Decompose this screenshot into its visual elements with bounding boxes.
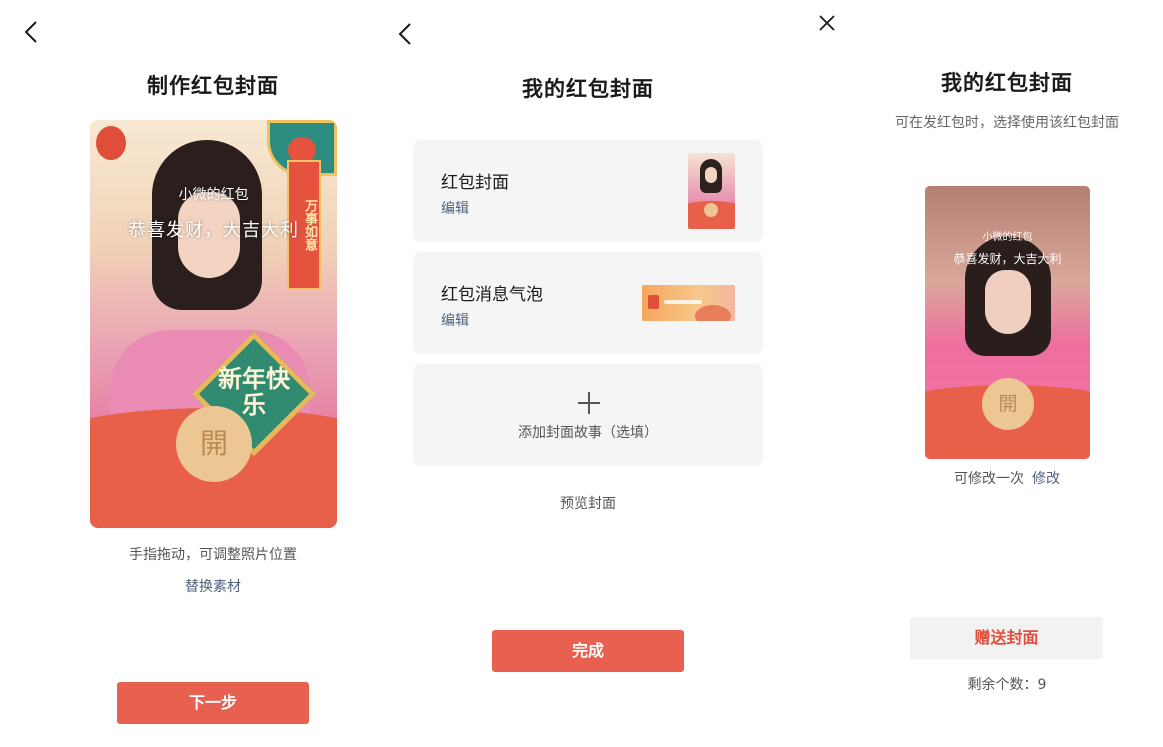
bubble-text-line [664, 300, 702, 304]
modify-link[interactable]: 修改 [1032, 471, 1060, 487]
next-step-button[interactable]: 下一步 [117, 682, 309, 724]
my-cover-panel: 我的红包封面 红包封面 编辑 红包消息气泡 编辑 添加封面故事（选填） 预览封面… [398, 0, 776, 747]
page-title: 我的红包封面 [522, 77, 654, 101]
gift-cover-button[interactable]: 赠送封面 [910, 617, 1103, 659]
modify-row: 可修改一次 修改 [776, 468, 1163, 488]
red-envelope-icon [648, 295, 659, 309]
modify-note: 可修改一次 [954, 471, 1024, 487]
chevron-left-icon [24, 21, 37, 43]
close-button[interactable] [814, 10, 840, 36]
thumbnail-face [705, 167, 717, 183]
portrait-face [985, 270, 1031, 334]
card-title: 红包封面 [441, 173, 509, 193]
bubble-thumbnail [642, 285, 735, 321]
make-cover-panel: 制作红包封面 万事如意 小微的红包 恭喜发财，大吉大利 新年快乐 開 手指拖动，… [0, 0, 400, 747]
remaining-count: 剩余个数：9 [967, 677, 1047, 693]
back-button[interactable] [392, 20, 420, 48]
open-coin-button[interactable]: 開 [176, 406, 252, 482]
page-title: 制作红包封面 [147, 74, 279, 98]
page-title: 我的红包封面 [941, 71, 1073, 95]
cover-result-panel: 我的红包封面 可在发红包时，选择使用该红包封面 小微的红包 恭喜发财，大吉大利 … [776, 0, 1163, 747]
done-button[interactable]: 完成 [492, 630, 684, 672]
add-story-card[interactable]: 添加封面故事（选填） [413, 364, 763, 466]
replace-material-link[interactable]: 替换素材 [0, 576, 426, 596]
sender-name: 小微的红包 [982, 232, 1033, 243]
cover-editor-preview[interactable]: 万事如意 小微的红包 恭喜发财，大吉大利 新年快乐 開 [90, 120, 337, 528]
blessing-text: 恭喜发财，大吉大利 [128, 220, 299, 241]
add-story-label: 添加封面故事（选填） [518, 425, 658, 441]
back-button[interactable] [18, 18, 46, 46]
close-icon [819, 15, 835, 31]
edit-link[interactable]: 编辑 [441, 198, 469, 218]
preview-cover-link[interactable]: 预览封面 [400, 493, 776, 513]
blessing-text: 恭喜发财，大吉大利 [953, 252, 1062, 266]
edit-link[interactable]: 编辑 [441, 310, 469, 330]
page-subtitle: 可在发红包时，选择使用该红包封面 [895, 115, 1119, 131]
cover-card[interactable]: 红包封面 编辑 [413, 140, 763, 242]
card-title: 红包消息气泡 [441, 285, 543, 305]
plus-icon [578, 392, 600, 414]
cover-preview: 小微的红包 恭喜发财，大吉大利 開 [925, 186, 1090, 459]
open-coin-button[interactable]: 開 [982, 378, 1034, 430]
chevron-left-icon [398, 23, 411, 45]
cover-thumbnail [688, 153, 735, 229]
thumbnail-coin [704, 203, 718, 217]
bubble-card[interactable]: 红包消息气泡 编辑 [413, 252, 763, 354]
lantern-decoration [96, 126, 126, 160]
bubble-decoration [695, 305, 731, 321]
sender-name: 小微的红包 [178, 187, 249, 203]
drag-hint: 手指拖动，可调整照片位置 [129, 547, 297, 563]
